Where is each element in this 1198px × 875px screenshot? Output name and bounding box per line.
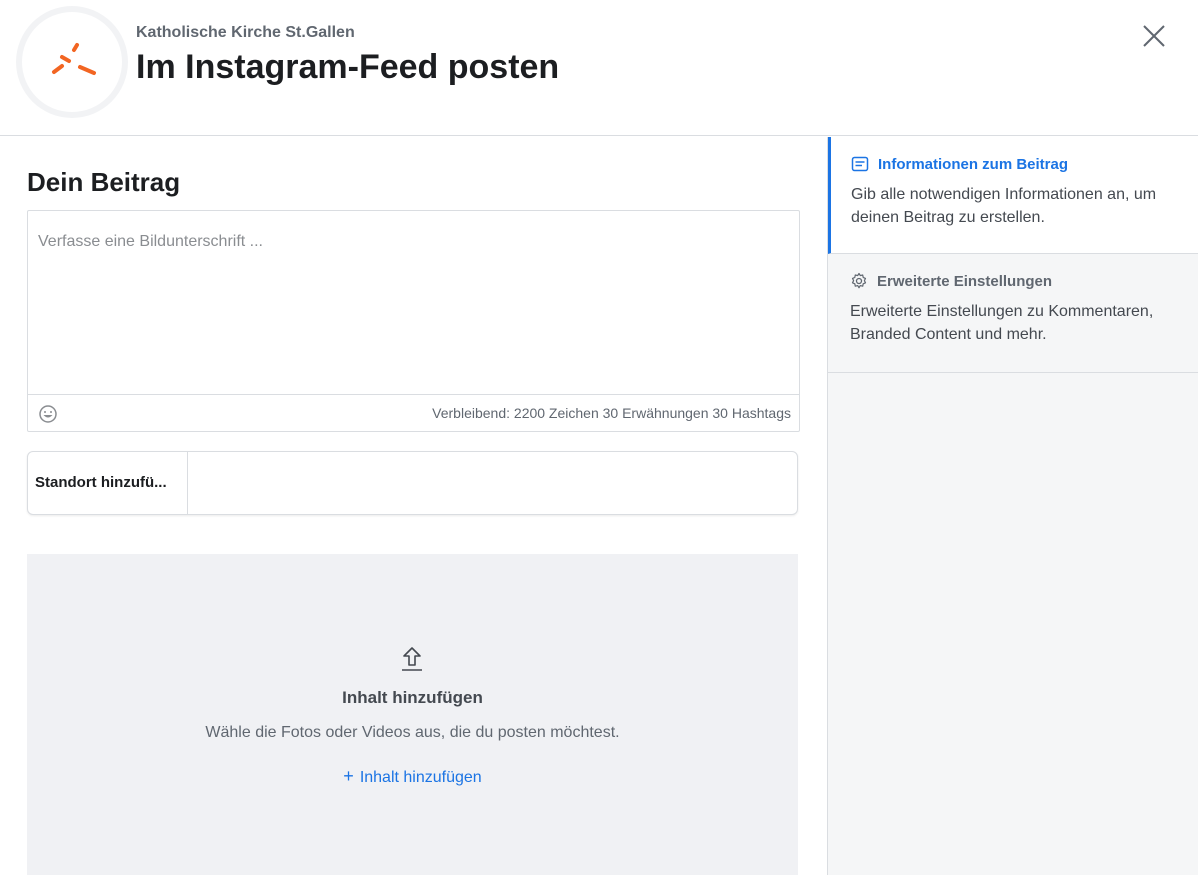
section-title: Dein Beitrag	[27, 167, 181, 197]
step-post-info-description: Gib alle notwendigen Informationen an, u…	[851, 186, 1157, 226]
upload-title: Inhalt hinzufügen	[342, 688, 483, 707]
avatar	[22, 12, 122, 112]
gear-icon	[851, 272, 867, 289]
org-logo-icon	[52, 43, 96, 75]
step-advanced-settings-heading: Erweiterte Einstellungen	[850, 272, 1052, 290]
close-button[interactable]	[1138, 20, 1170, 52]
caption-counter: Verbleibend: 2200 Zeichen 30 Erwähnungen…	[432, 405, 791, 421]
close-icon[interactable]	[1138, 20, 1170, 52]
location-label: Standort hinzufü...	[28, 452, 188, 514]
step-post-info-title: Informationen zum Beitrag	[878, 155, 1069, 173]
post-info-icon	[851, 156, 869, 172]
step-advanced-settings-title: Erweiterte Einstellungen	[877, 272, 1053, 290]
add-content-label: Inhalt hinzufügen	[359, 769, 482, 786]
plus-icon: +	[343, 766, 354, 786]
caption-input[interactable]	[28, 211, 799, 394]
caption-box: Verbleibend: 2200 Zeichen 30 Erwähnungen…	[27, 210, 800, 432]
upload-icon	[402, 647, 422, 671]
header: Katholische Kirche St.Gallen Im Instagra…	[0, 0, 1198, 136]
emoji-button[interactable]	[38, 404, 58, 424]
step-post-info[interactable]: Informationen zum Beitrag Gib alle notwe…	[828, 137, 1198, 254]
step-post-info-heading: Informationen zum Beitrag	[851, 155, 1068, 173]
upload-area[interactable]: Inhalt hinzufügen Wähle die Fotos oder V…	[27, 554, 798, 875]
steps-sidebar: Informationen zum Beitrag Gib alle notwe…	[827, 137, 1198, 875]
upload-description: Wähle die Fotos oder Videos aus, die du …	[205, 724, 620, 741]
org-name: Katholische Kirche St.Gallen	[136, 24, 355, 41]
page-title: Im Instagram-Feed posten	[136, 48, 560, 86]
caption-footer: Verbleibend: 2200 Zeichen 30 Erwähnungen…	[28, 394, 799, 431]
location-field[interactable]: Standort hinzufü...	[27, 451, 798, 515]
location-input[interactable]	[189, 452, 797, 514]
step-advanced-settings-description: Erweiterte Einstellungen zu Kommentaren,…	[850, 303, 1154, 343]
emoji-icon[interactable]	[38, 404, 58, 424]
add-content-link[interactable]: + Inhalt hinzufügen	[27, 766, 798, 787]
step-advanced-settings[interactable]: Erweiterte Einstellungen Erweiterte Eins…	[828, 254, 1198, 373]
